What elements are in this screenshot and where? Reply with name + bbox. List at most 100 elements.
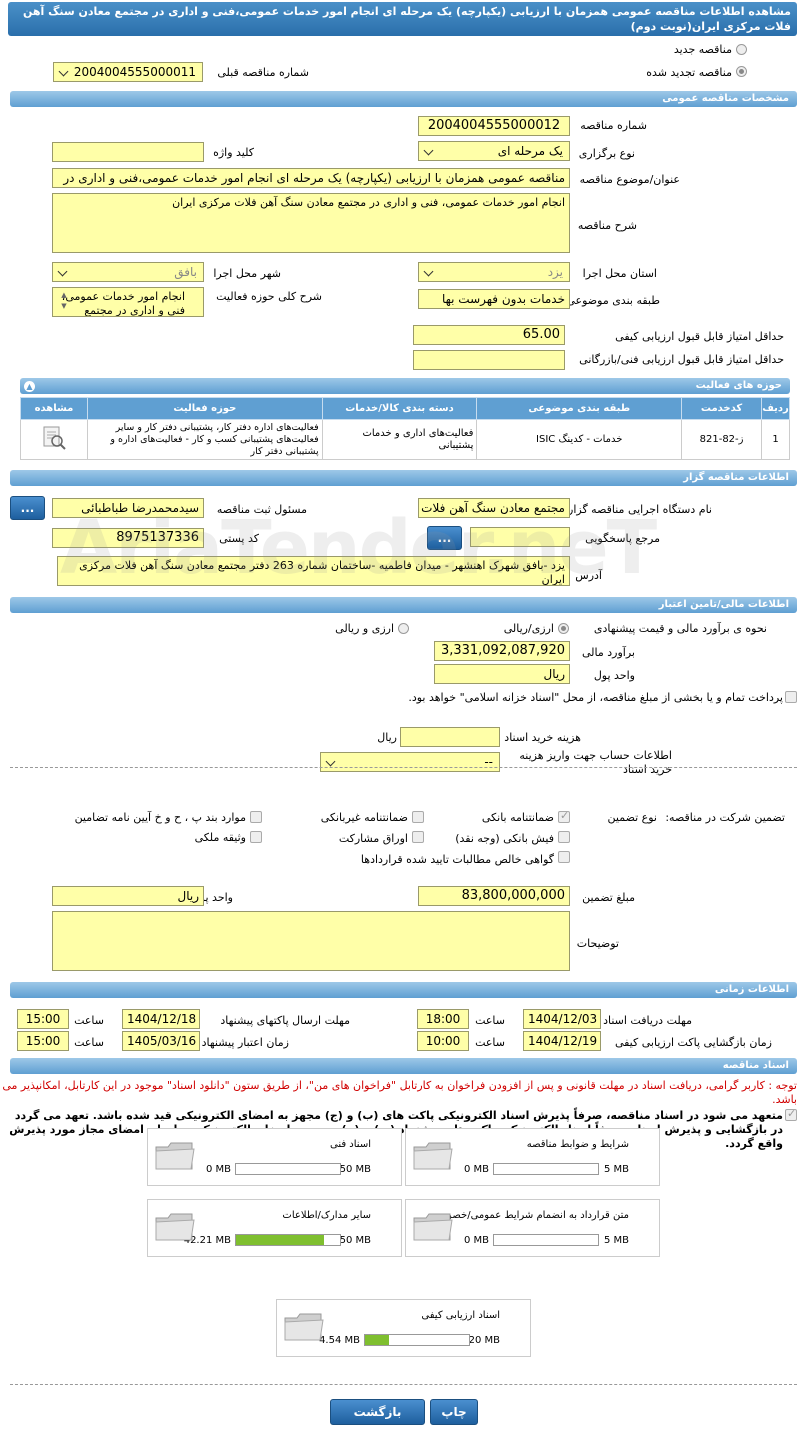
currency-field[interactable]: ریال [434,664,570,684]
folder-icon [155,1142,195,1170]
description-field[interactable]: انجام امور خدمات عمومی، فنی و اداری در م… [52,193,570,253]
bonds-checkbox[interactable] [412,831,424,843]
file-current: 4.54 MB [319,1335,360,1346]
valid-time-label: ساعت [74,1036,104,1049]
city-label: شهر محل اجرا [213,267,281,280]
file-title: سایر مدارک/اطلاعات [282,1210,371,1221]
treasury-checkbox[interactable] [785,691,797,703]
renewed-tender-radio[interactable] [736,66,747,77]
docs-notice: توجه : کاربر گرامی، دریافت اسناد در مهلت… [2,1079,797,1106]
doc-time-field[interactable]: 18:00 [417,1009,469,1029]
section-timing: اطلاعات زمانی [10,982,797,998]
cell-row: 1 [761,419,790,460]
min-tech-field[interactable] [413,350,565,370]
file-progress [235,1234,341,1246]
folder-icon [284,1313,324,1341]
estimate-field[interactable]: 3,331,092,087,920 [434,641,570,661]
section-general: مشخصات مناقصه عمومی [10,91,797,107]
amount-field[interactable]: 83,800,000,000 [418,886,570,906]
cell-code: ز-82-821 [681,419,763,460]
back-button[interactable]: بازگشت [330,1399,425,1425]
open-label: زمان بازگشایی پاکت ارزیابی کیفی [614,1036,772,1049]
city-select[interactable]: بافق [52,262,204,282]
currency-label: واحد پول [593,669,635,682]
province-label: استان محل اجرا [582,267,657,280]
send-deadline-label: مهلت ارسال پاکتهای پیشنهاد [220,1014,350,1027]
bank-guarantee-label: ضمانتنامه بانکی [481,811,554,824]
file-box-2[interactable]: متن قرارداد به انضمام شرایط عمومی/خصوصی … [405,1199,660,1257]
file-box-4[interactable]: اسناد ارزیابی کیفی 20 MB 4.54 MB [276,1299,531,1357]
tender-number-field[interactable]: 2004004555000012 [418,116,570,136]
valid-date-field[interactable]: 1405/03/16 [122,1031,200,1051]
clauses-checkbox[interactable] [250,811,262,823]
prev-number-select[interactable]: 2004004555000011 [53,62,203,82]
bank-guarantee-checkbox[interactable] [558,809,570,823]
cell-view[interactable] [20,419,88,460]
nonbank-guarantee-label: ضمانتنامه غیربانکی [320,811,408,824]
province-select[interactable]: یزد [418,262,570,282]
file-max: 50 MB [339,1164,371,1175]
scroll-arrows[interactable]: ▲ ▼ [59,290,69,314]
cell-group: فعالیت‌های اداری و خدمات پشتیبانی [321,419,478,460]
doc-cost-label: هزینه خرید اسناد [504,731,581,744]
renewed-tender-label: مناقصه تجدید شده [646,66,732,79]
new-tender-radio[interactable] [736,44,747,55]
file-title: اسناد ارزیابی کیفی [421,1310,500,1321]
send-time-field[interactable]: 15:00 [17,1009,69,1029]
rial-radio[interactable] [558,623,569,634]
notes-field[interactable] [52,911,570,971]
col-category: طبقه بندی موضوعی [476,397,683,420]
section-organizer: اطلاعات مناقصه گزار [10,470,797,486]
doc-deadline-label: مهلت دریافت اسناد [603,1014,692,1027]
bonds-label: اوراق مشارکت [338,832,408,845]
print-button[interactable]: چاپ [430,1399,478,1425]
pledge-checkbox[interactable] [785,1107,797,1121]
estimate-label: برآورد مالی [582,646,635,659]
file-box-0[interactable]: شرایط و ضوابط مناقصه 5 MB 0 MB [405,1128,660,1186]
open-time-field[interactable]: 10:00 [417,1031,469,1051]
subject-field[interactable]: مناقصه عمومی همزمان با ارزیابی (یکپارچه)… [52,168,570,188]
participate-label: تضمین شرکت در مناقصه: [665,811,785,824]
description-label: شرح مناقصه [577,219,637,232]
file-box-1[interactable]: اسناد فنی 50 MB 0 MB [147,1128,402,1186]
prev-number-label: شماره مناقصه قبلی [217,66,309,79]
nonbank-guarantee-checkbox[interactable] [412,811,424,823]
notes-label: توضیحات [576,937,619,950]
file-title: اسناد فنی [330,1139,371,1150]
registrar-lookup-button[interactable]: ... [10,496,45,520]
account-select[interactable]: -- [320,752,500,772]
col-field: حوزه فعالیت [87,397,323,420]
category-field[interactable]: خدمات بدون فهرست بها [418,289,570,309]
both-radio[interactable] [398,623,409,634]
account-label: اطلاعات حساب جهت واریز هزینه خرید اسناد [519,749,672,776]
doc-cost-currency: ریال [377,731,397,744]
chevron-down-icon [423,266,434,277]
table-row: 1 ز-82-821 خدمات - کدینگ ISIC فعالیت‌های… [20,419,790,460]
hold-type-select[interactable]: یک مرحله ای [418,141,570,161]
table-header: ردیف کدخدمت طبقه بندی موضوعی دسته بندی ک… [20,397,790,420]
scope-field[interactable]: انجام امور خدمات عمومی، فنی و اداری در م… [52,287,204,317]
doc-deadline-field[interactable]: 1404/12/03 [523,1009,601,1029]
cash-checkbox[interactable] [558,831,570,843]
section-activity: حوزه های فعالیت [20,378,790,394]
keyword-field[interactable] [52,142,204,162]
clauses-label: موارد بند پ ، ح و خ آیین نامه تضامین [74,811,246,824]
guarantee-currency-field[interactable]: ریال [52,886,204,906]
property-checkbox[interactable] [250,831,262,843]
chevron-down-icon [423,145,434,156]
file-current: 0 MB [205,1164,231,1175]
open-date-field[interactable]: 1404/12/19 [523,1031,601,1051]
section-docs: اسناد مناقصه [10,1058,797,1074]
min-quality-field[interactable]: 65.00 [413,325,565,345]
claims-checkbox[interactable] [558,851,570,863]
view-document-icon[interactable] [41,425,67,451]
divider [10,1384,797,1385]
file-progress-fill [365,1335,389,1345]
send-deadline-field[interactable]: 1404/12/18 [122,1009,200,1029]
col-code: کدخدمت [681,397,763,420]
rial-radio-label: ارزی/ریالی [503,622,554,635]
collapse-icon[interactable]: ▲ [24,381,35,392]
file-box-3[interactable]: سایر مدارک/اطلاعات 50 MB 42.21 MB [147,1199,402,1257]
valid-time-field[interactable]: 15:00 [17,1031,69,1051]
doc-cost-field[interactable] [400,727,500,747]
